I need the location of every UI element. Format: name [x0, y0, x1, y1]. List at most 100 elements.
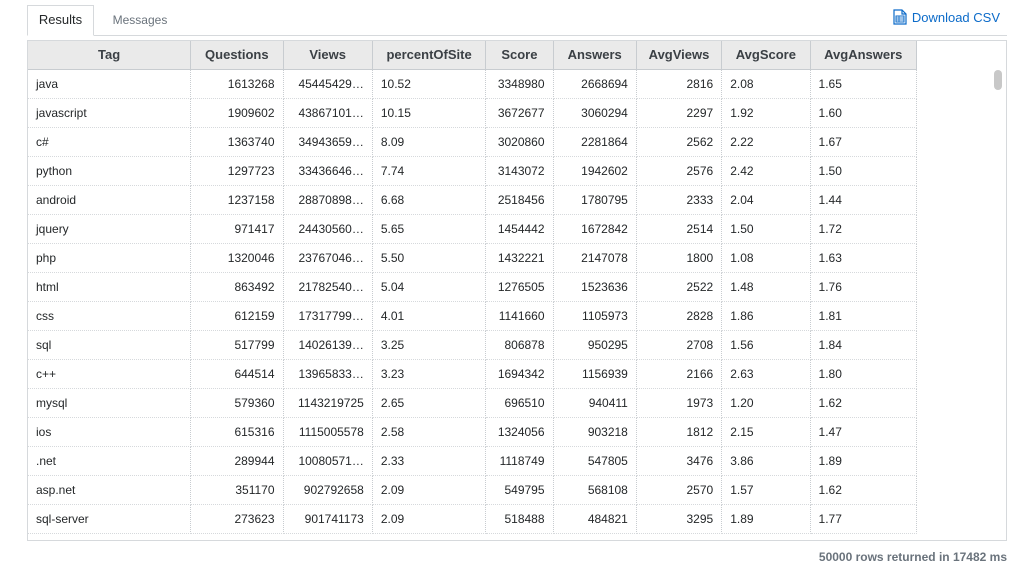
cell-score: 1432221: [485, 243, 554, 273]
cell-answers: 3060294: [553, 98, 637, 128]
cell-avgscore: 1.57: [721, 475, 811, 505]
cell-tag: android: [28, 185, 192, 215]
column-header-avgscore[interactable]: AvgScore: [721, 41, 811, 70]
table-row[interactable]: python 1297723 33436646… 7.74 3143072 1942602…: [28, 156, 918, 186]
cell-views: 17317799…: [283, 301, 373, 331]
table-row[interactable]: c++ 644514 13965833… 3.23 1694342 1156939 2166…: [28, 359, 918, 389]
column-header-score[interactable]: Score: [485, 41, 554, 70]
cell-avgscore: 1.56: [721, 330, 811, 360]
column-header-avgviews[interactable]: AvgViews: [636, 41, 723, 70]
cell-questions: 1237158: [190, 185, 284, 215]
cell-views: 13965833…: [283, 359, 373, 389]
table-row[interactable]: .net 289944 10080571… 2.33 1118749 547805 3476…: [28, 446, 918, 476]
cell-questions: 615316: [190, 417, 284, 447]
cell-avgviews: 2333: [636, 185, 723, 215]
cell-questions: 1909602: [190, 98, 284, 128]
cell-avgscore: 1.86: [721, 301, 811, 331]
cell-avganswers: 1.67: [810, 127, 918, 157]
cell-avgscore: 2.63: [721, 359, 811, 389]
cell-score: 806878: [485, 330, 554, 360]
table-row[interactable]: android 1237158 28870898… 6.68 2518456 178079…: [28, 185, 918, 215]
tabs-divider: [27, 35, 1007, 36]
cell-percentofsite: 4.01: [372, 301, 487, 331]
cell-avgscore: 2.42: [721, 156, 811, 186]
cell-avganswers: 1.62: [810, 388, 918, 418]
cell-answers: 547805: [553, 446, 637, 476]
table-row[interactable]: asp.net 351170 902792658 2.09 549795 568108 25…: [28, 475, 918, 505]
cell-avgviews: 2576: [636, 156, 723, 186]
table-row[interactable]: sql-server 273623 901741173 2.09 518488 48482…: [28, 504, 918, 534]
cell-avgviews: 1812: [636, 417, 723, 447]
cell-avgscore: 2.04: [721, 185, 811, 215]
cell-score: 1141660: [485, 301, 554, 331]
download-csv-link[interactable]: Download CSV: [893, 8, 1000, 26]
table-row[interactable]: c# 1363740 34943659… 8.09 3020860 2281864 2562…: [28, 127, 918, 157]
cell-questions: 517799: [190, 330, 284, 360]
cell-avgviews: 1973: [636, 388, 723, 418]
cell-score: 549795: [485, 475, 554, 505]
cell-avganswers: 1.89: [810, 446, 918, 476]
cell-score: 3143072: [485, 156, 554, 186]
cell-percentofsite: 2.65: [372, 388, 487, 418]
column-header-percentofsite[interactable]: percentOfSite: [372, 41, 487, 70]
cell-tag: c#: [28, 127, 192, 157]
cell-avganswers: 1.80: [810, 359, 918, 389]
cell-avgviews: 3476: [636, 446, 723, 476]
table-row[interactable]: php 1320046 23767046… 5.50 1432221 2147078 180…: [28, 243, 918, 273]
cell-avgviews: 1800: [636, 243, 723, 273]
cell-score: 1454442: [485, 214, 554, 244]
vertical-scrollbar-thumb[interactable]: [994, 70, 1002, 90]
cell-avganswers: 1.76: [810, 272, 918, 302]
cell-tag: sql: [28, 330, 192, 360]
cell-views: 902792658: [283, 475, 373, 505]
tab-results[interactable]: Results: [27, 5, 94, 36]
column-header-questions[interactable]: Questions: [190, 41, 284, 70]
table-row[interactable]: html 863492 21782540… 5.04 1276505 1523636 252…: [28, 272, 918, 302]
cell-percentofsite: 2.33: [372, 446, 487, 476]
column-header-tag[interactable]: Tag: [28, 41, 192, 70]
table-row[interactable]: java 1613268 45445429… 10.52 3348980 2668694 2…: [28, 69, 918, 99]
cell-views: 23767046…: [283, 243, 373, 273]
cell-questions: 351170: [190, 475, 284, 505]
cell-answers: 2668694: [553, 69, 637, 99]
cell-questions: 579360: [190, 388, 284, 418]
cell-tag: html: [28, 272, 192, 302]
cell-answers: 950295: [553, 330, 637, 360]
cell-answers: 1105973: [553, 301, 637, 331]
table-row[interactable]: javascript 1909602 43867101… 10.15 3672677 30…: [28, 98, 918, 128]
cell-questions: 289944: [190, 446, 284, 476]
cell-avgscore: 1.48: [721, 272, 811, 302]
cell-tag: php: [28, 243, 192, 273]
tab-messages[interactable]: Messages: [100, 5, 180, 36]
column-header-avganswers[interactable]: AvgAnswers: [810, 41, 918, 70]
table-row[interactable]: sql 517799 14026139… 3.25 806878 950295 2708 1.…: [28, 330, 918, 360]
cell-views: 45445429…: [283, 69, 373, 99]
cell-questions: 1320046: [190, 243, 284, 273]
column-header-views[interactable]: Views: [283, 41, 373, 70]
cell-avganswers: 1.62: [810, 475, 918, 505]
cell-score: 1118749: [485, 446, 554, 476]
cell-views: 28870898…: [283, 185, 373, 215]
table-row[interactable]: css 612159 17317799… 4.01 1141660 1105973 2828…: [28, 301, 918, 331]
cell-avgviews: 2816: [636, 69, 723, 99]
cell-views: 10080571…: [283, 446, 373, 476]
cell-tag: .net: [28, 446, 192, 476]
cell-questions: 971417: [190, 214, 284, 244]
cell-avganswers: 1.77: [810, 504, 918, 534]
cell-percentofsite: 5.04: [372, 272, 487, 302]
cell-score: 3348980: [485, 69, 554, 99]
cell-avgviews: 2570: [636, 475, 723, 505]
cell-score: 518488: [485, 504, 554, 534]
column-header-answers[interactable]: Answers: [553, 41, 637, 70]
cell-answers: 2147078: [553, 243, 637, 273]
table-row[interactable]: mysql 579360 1143219725 2.65 696510 940411 197…: [28, 388, 918, 418]
header-row: Tag Questions Views percentOfSite Score Answe…: [28, 41, 918, 70]
results-grid[interactable]: Tag Questions Views percentOfSite Score Answe…: [27, 40, 1007, 541]
cell-percentofsite: 2.09: [372, 475, 487, 505]
cell-answers: 1672842: [553, 214, 637, 244]
cell-answers: 903218: [553, 417, 637, 447]
cell-percentofsite: 10.52: [372, 69, 487, 99]
table-row[interactable]: jquery 971417 24430560… 5.65 1454442 1672842 2…: [28, 214, 918, 244]
cell-views: 34943659…: [283, 127, 373, 157]
table-row[interactable]: ios 615316 1115005578 2.58 1324056 903218 1812…: [28, 417, 918, 447]
